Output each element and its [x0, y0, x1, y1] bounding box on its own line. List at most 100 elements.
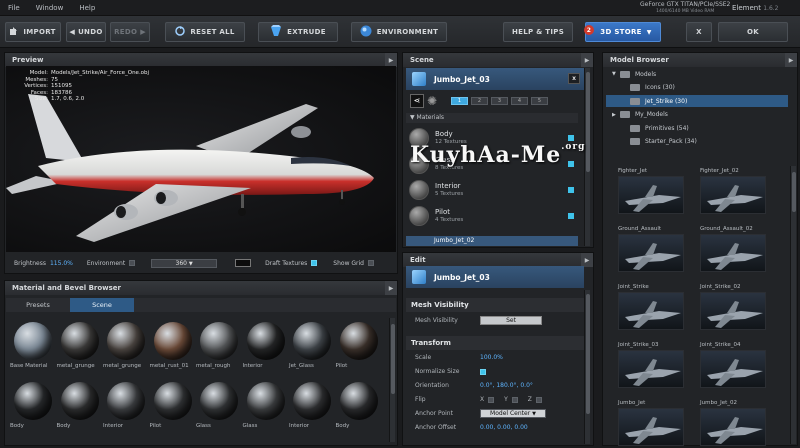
material-toggle[interactable]	[568, 187, 574, 193]
lod-2[interactable]: 2	[471, 97, 488, 105]
tree-item[interactable]: ▼ Models	[606, 68, 788, 80]
material-swatch[interactable]: Body	[336, 382, 380, 429]
material-swatch[interactable]: metal_rough	[196, 322, 240, 369]
material-scrollbar[interactable]	[389, 318, 395, 442]
anchor-offset-value[interactable]: 0.00, 0.00, 0.00	[480, 424, 528, 431]
lod-5[interactable]: 5	[531, 97, 548, 105]
import-button[interactable]: IMPORT	[5, 22, 61, 42]
tab-scene[interactable]: Scene	[70, 298, 134, 312]
model-thumbnail[interactable]: Joint_Strike	[618, 284, 698, 330]
menu-window[interactable]: Window	[28, 4, 72, 12]
chevron-down-icon: ▼	[188, 260, 193, 267]
tree-item[interactable]: Jet_Strike (30)	[606, 95, 788, 107]
help-tips-button[interactable]: HELP & TIPS	[503, 22, 573, 42]
gear-icon[interactable]: ✺	[427, 94, 441, 108]
lod-3[interactable]: 3	[491, 97, 508, 105]
lod-1[interactable]: 1	[451, 97, 468, 105]
ok-button[interactable]: OK	[718, 22, 788, 42]
redo-button[interactable]: REDO ▶	[110, 22, 150, 42]
mesh-visibility-section[interactable]: Mesh Visibility	[406, 298, 584, 312]
material-swatch[interactable]: Interior	[103, 382, 147, 429]
model-thumbnail[interactable]: Fighter_Jet_02	[700, 168, 780, 214]
material-swatch[interactable]: Glass	[243, 382, 287, 429]
menu-file[interactable]: File	[0, 4, 28, 12]
brightness-value[interactable]: 115.0%	[50, 260, 73, 267]
show-grid-checkbox[interactable]	[368, 260, 374, 266]
share-icon[interactable]: ⋖	[410, 94, 424, 108]
material-swatch[interactable]: metal_grunge	[57, 322, 101, 369]
flip-y-checkbox[interactable]	[511, 396, 518, 403]
material-swatch[interactable]: Base Material	[10, 322, 54, 369]
environment-button[interactable]: ENVIRONMENT	[351, 22, 447, 42]
scene-object-header[interactable]: Jumbo_Jet_03 x	[406, 68, 584, 90]
material-toggle[interactable]	[568, 135, 574, 141]
tree-item[interactable]: ▶ My_Models	[606, 109, 788, 121]
material-swatch[interactable]: Pilot	[150, 382, 194, 429]
flip-x-checkbox[interactable]	[488, 396, 495, 403]
transform-section[interactable]: Transform	[406, 336, 584, 350]
list-item[interactable]: Interior 5 Textures	[406, 178, 578, 202]
material-textures: 5 Textures	[435, 191, 464, 197]
model-scrollbar[interactable]	[790, 166, 796, 444]
menu-help[interactable]: Help	[71, 4, 103, 12]
lod-4[interactable]: 4	[511, 97, 528, 105]
model-label: Fighter_Jet	[618, 168, 647, 174]
tab-presets[interactable]: Presets	[6, 298, 70, 312]
material-swatch[interactable]: Body	[10, 382, 54, 429]
environment-checkbox[interactable]	[129, 260, 136, 266]
next-scene-object[interactable]: Jumbo_Jet_02	[406, 236, 578, 246]
model-thumbnail[interactable]: Joint_Strike_03	[618, 342, 698, 388]
material-label: Interior	[103, 423, 124, 429]
material-swatch[interactable]: metal_grunge	[103, 322, 147, 369]
chevron-down-icon: ▶	[612, 111, 616, 118]
anchor-point-row: Anchor Point Model Center ▼	[406, 407, 584, 420]
model-thumbnail[interactable]: Joint_Strike_02	[700, 284, 780, 330]
edit-header: Edit ▶	[403, 253, 593, 267]
panel-expand-icon[interactable]: ▶	[785, 53, 797, 67]
preview-header: Preview ▶	[5, 53, 397, 67]
mesh-visibility-label: Mesh Visibility	[415, 317, 458, 324]
panel-expand-icon[interactable]: ▶	[385, 281, 397, 295]
material-swatch[interactable]: Interior	[243, 322, 287, 369]
tree-item[interactable]: Icons (30)	[606, 82, 788, 94]
3d-store-button[interactable]: 2 3D STORE ▼	[584, 22, 661, 42]
edit-scrollbar[interactable]	[584, 290, 590, 444]
reset-all-button[interactable]: RESET ALL	[165, 22, 245, 42]
panel-expand-icon[interactable]: ▶	[581, 53, 593, 67]
model-thumbnail[interactable]: Fighter_Jet	[618, 168, 698, 214]
panel-expand-icon[interactable]: ▶	[581, 253, 593, 267]
environment-select[interactable]: 360 ▼	[151, 258, 218, 268]
model-thumbnail[interactable]: Ground_Assault	[618, 226, 698, 272]
normalize-checkbox[interactable]	[480, 368, 486, 375]
material-swatch[interactable]: metal_rust_01	[150, 322, 194, 369]
tree-item[interactable]: Starter_Pack (34)	[606, 136, 788, 148]
anchor-point-select[interactable]: Model Center ▼	[480, 409, 546, 418]
close-button[interactable]: X	[686, 22, 712, 42]
material-swatch[interactable]: Pilot	[336, 322, 380, 369]
cube-icon	[412, 72, 426, 86]
material-swatch[interactable]: Interior	[289, 382, 333, 429]
model-thumbnail[interactable]: Joint_Strike_04	[700, 342, 780, 388]
draft-textures-checkbox[interactable]	[311, 260, 318, 266]
orientation-value[interactable]: 0.0°, 180.0°, 0.0°	[480, 382, 533, 389]
model-thumbnail[interactable]: Jumbo_Jet_02	[700, 400, 780, 446]
extrude-button[interactable]: EXTRUDE	[258, 22, 338, 42]
material-swatch[interactable]: Body	[57, 382, 101, 429]
materials-section-header[interactable]: ▼ Materials	[406, 113, 578, 123]
tree-item[interactable]: Primitives (54)	[606, 122, 788, 134]
material-textures: 4 Textures	[435, 217, 464, 223]
undo-button[interactable]: ◀ UNDO	[66, 22, 106, 42]
material-swatch[interactable]: Glass	[196, 382, 240, 429]
model-thumbnail[interactable]: Ground_Assault_02	[700, 226, 780, 272]
material-toggle[interactable]	[568, 213, 574, 219]
panel-expand-icon[interactable]: ▶	[385, 53, 397, 67]
scale-value[interactable]: 100.0%	[480, 354, 503, 361]
model-thumbnail[interactable]: Jumbo_Jet	[618, 400, 698, 446]
list-item[interactable]: Pilot 4 Textures	[406, 204, 578, 228]
set-button[interactable]: Set	[480, 316, 542, 325]
material-swatch[interactable]: Jet_Glass	[289, 322, 333, 369]
remove-object-icon[interactable]: x	[568, 73, 580, 84]
stat-size-label: Size:	[34, 96, 48, 102]
flip-z-checkbox[interactable]	[535, 396, 542, 403]
color-swatch[interactable]	[235, 259, 252, 267]
